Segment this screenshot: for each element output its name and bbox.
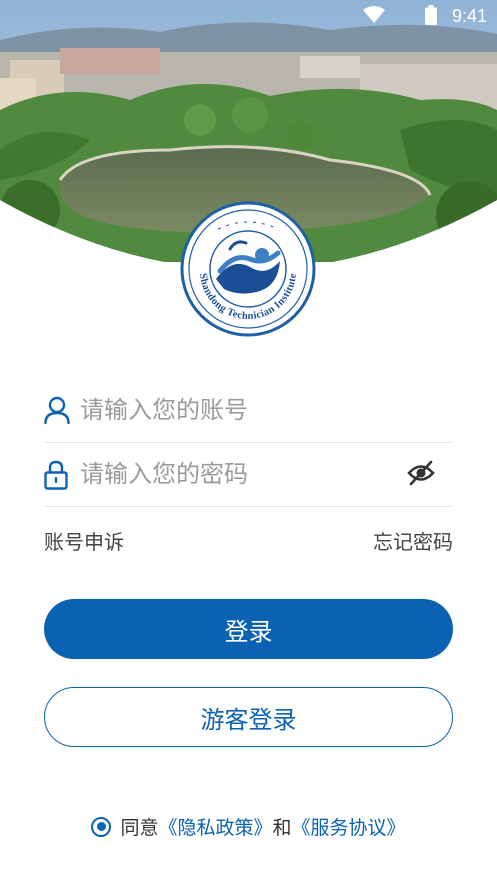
- login-button[interactable]: 登录: [44, 599, 453, 659]
- eye-off-icon[interactable]: [407, 460, 435, 490]
- account-field: [44, 380, 453, 443]
- agreement-row: 同意 《隐私政策》 和 《服务协议》: [0, 813, 497, 840]
- guest-login-button[interactable]: 游客登录: [44, 687, 453, 747]
- privacy-policy-link[interactable]: 《隐私政策》: [158, 813, 272, 840]
- forgot-password-link[interactable]: 忘记密码: [373, 526, 453, 555]
- battery-icon: [425, 5, 437, 29]
- status-time: 9:41: [451, 6, 487, 26]
- person-icon: [44, 396, 70, 428]
- auth-links: 账号申诉 忘记密码: [44, 526, 453, 556]
- wifi-icon: [363, 6, 385, 28]
- status-bar: 9:41: [0, 0, 497, 32]
- password-field: [44, 444, 453, 507]
- and-text: 和: [272, 817, 292, 839]
- institute-logo: Shandong Technician Institute: [180, 201, 316, 337]
- radio-checked-icon[interactable]: [91, 816, 112, 837]
- account-input[interactable]: [80, 392, 410, 428]
- password-input[interactable]: [80, 456, 410, 492]
- agree-text: 同意: [120, 817, 159, 839]
- login-screen: 9:41 Shandong Technician Institute 请输入您的…: [0, 0, 497, 883]
- lock-icon: [44, 460, 68, 494]
- account-appeal-link[interactable]: 账号申诉: [44, 526, 124, 555]
- service-agreement-link[interactable]: 《服务协议》: [292, 813, 406, 840]
